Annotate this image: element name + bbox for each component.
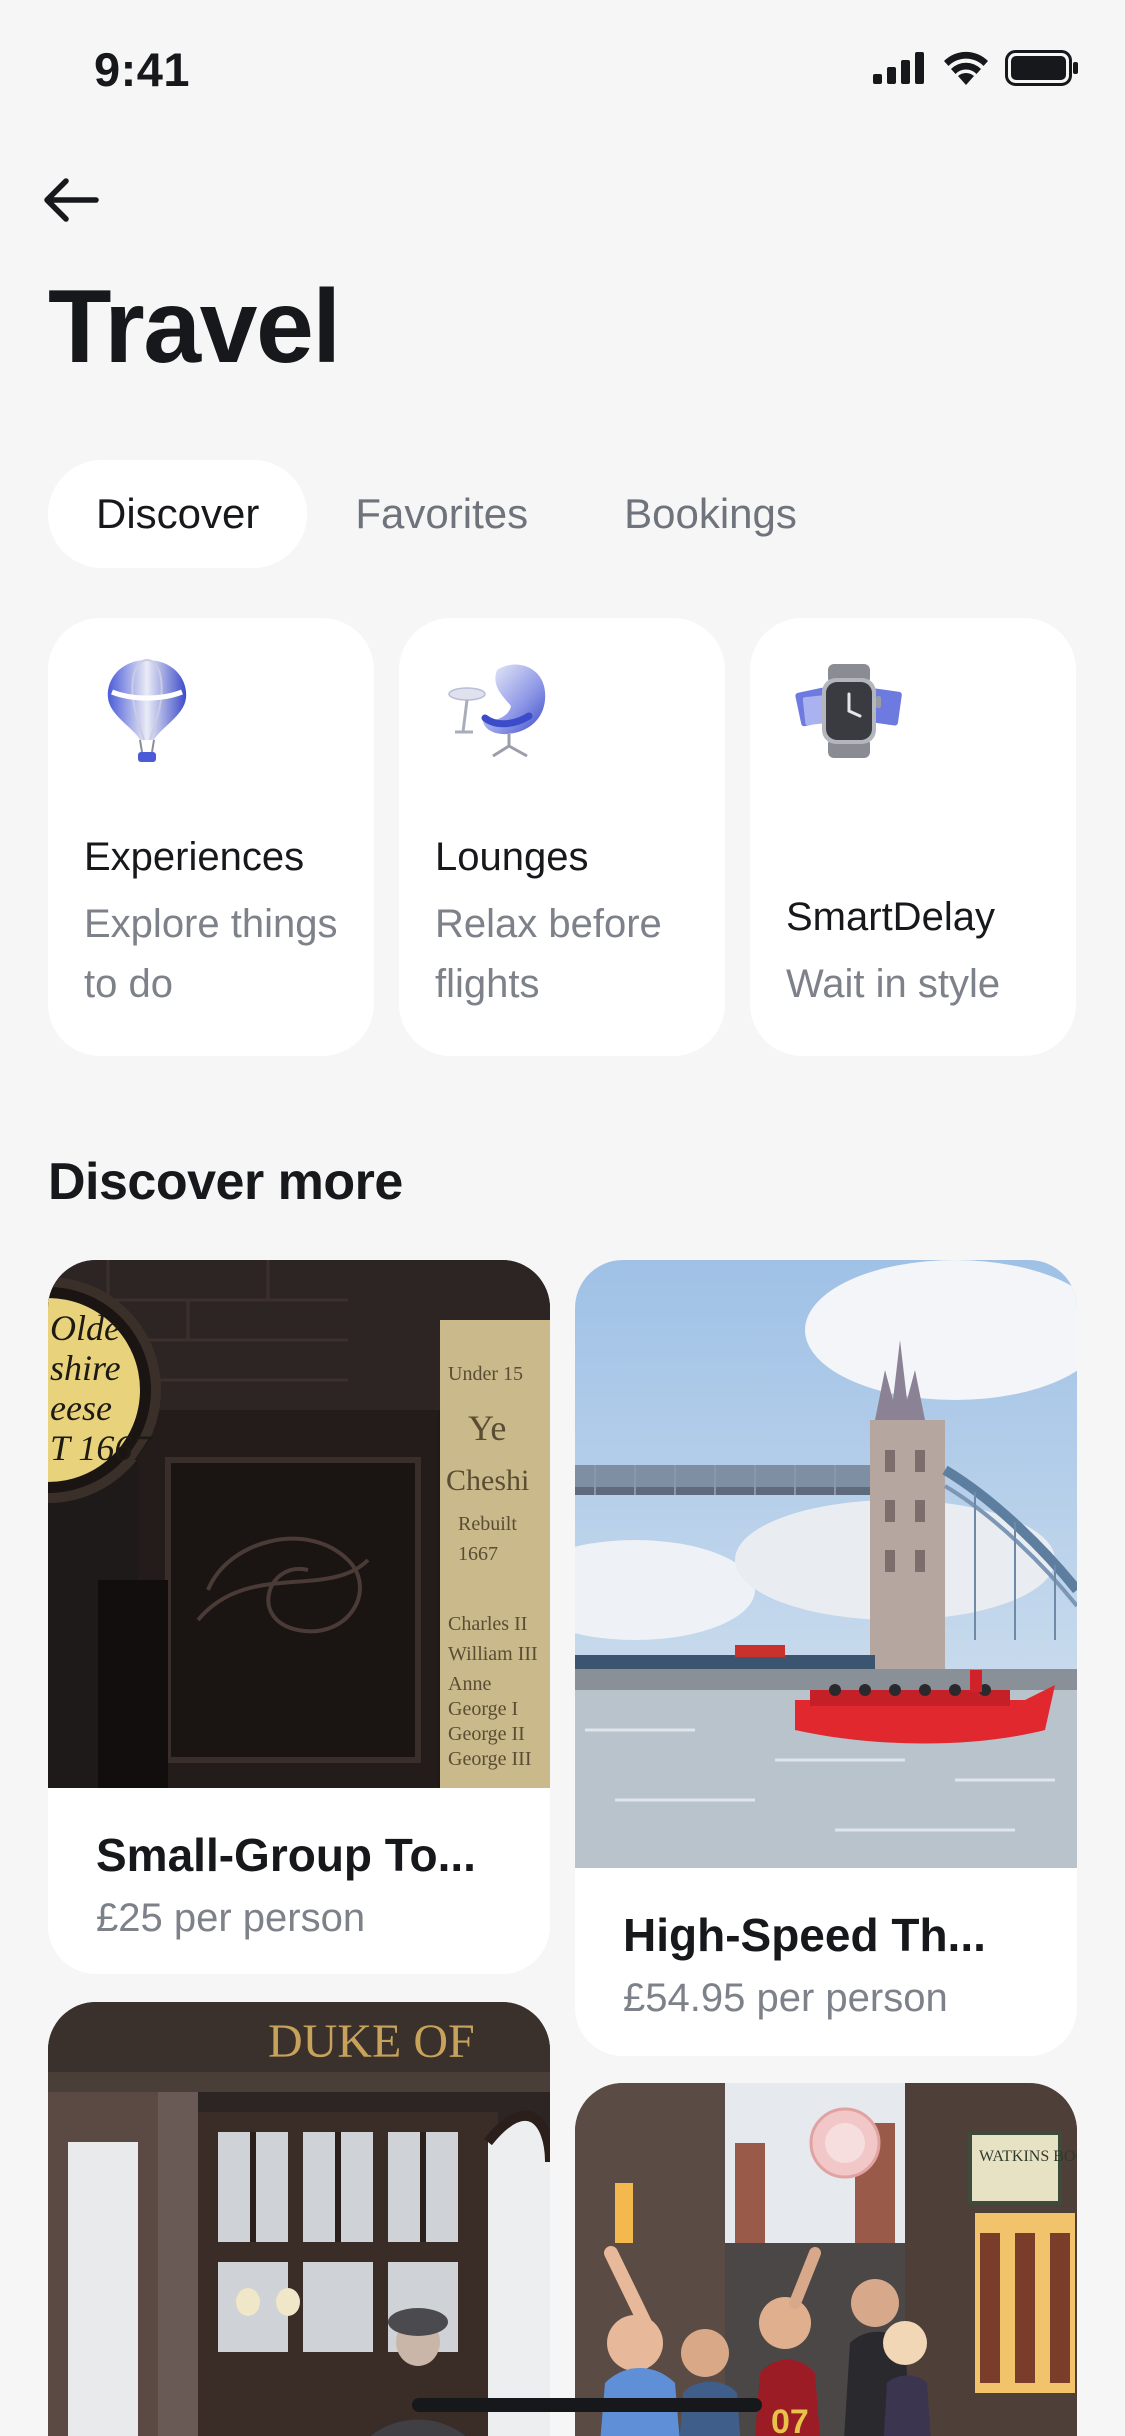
category-title: Lounges [435, 835, 589, 879]
pub-sign-text-line: shire [50, 1348, 121, 1388]
svg-text:George II: George II [448, 1723, 525, 1745]
pub-sign-text-line: Olde [50, 1308, 120, 1348]
product-card-small-group-tour[interactable]: Under 15 Ye Cheshi Rebuilt 1667 Charles … [48, 1260, 550, 1974]
category-card-text: Experiences Explore things to do [84, 835, 354, 1014]
section-title-discover-more: Discover more [48, 1153, 403, 1211]
svg-text:Charles II: Charles II [448, 1613, 527, 1635]
svg-text:Cheshi: Cheshi [446, 1464, 529, 1497]
status-bar: 9:41 [0, 0, 1125, 140]
category-card-lounges[interactable]: Lounges Relax before flights [399, 618, 725, 1056]
category-title: SmartDelay [786, 895, 995, 939]
svg-text:07: 07 [771, 2403, 809, 2436]
tab-discover[interactable]: Discover [48, 460, 308, 568]
lounge-chair-icon [448, 664, 546, 758]
svg-text:Anne: Anne [448, 1673, 491, 1695]
status-icons [873, 50, 1079, 86]
category-subtitle: Wait in style [786, 962, 1001, 1006]
duke-pub-photo: DUKE OF [48, 2002, 550, 2436]
category-card-text: SmartDelay Wait in style [786, 895, 1056, 1014]
tab-bar: Discover Favorites Bookings [48, 460, 845, 568]
product-name: Small-Group To... [96, 1829, 476, 1881]
product-card-high-speed-thames[interactable]: High-Speed Th... £54.95 per person [575, 1260, 1077, 2056]
bookshop-street-photo: WATKINS BOOKS 07 [575, 2083, 1077, 2436]
svg-text:George III: George III [448, 1748, 531, 1770]
category-card-experiences[interactable]: Experiences Explore things to do [48, 618, 374, 1056]
product-price: £54.95 per person [623, 1976, 948, 2020]
duke-sign-text: DUKE OF [268, 2015, 475, 2068]
tower-bridge-boat-photo [575, 1260, 1077, 1868]
arrow-left-icon [44, 178, 99, 222]
product-card-book-tour[interactable]: WATKINS BOOKS 07 [575, 2083, 1077, 2436]
hot-air-balloon-icon [107, 659, 187, 762]
svg-text:Under 15: Under 15 [448, 1363, 523, 1385]
product-info: Small-Group To... £25 per person [48, 1788, 550, 1941]
page-title: Travel [48, 269, 341, 385]
product-card-pub-walk[interactable]: DUKE OF [48, 2002, 550, 2436]
svg-text:Rebuilt: Rebuilt [458, 1513, 517, 1535]
wifi-icon [944, 51, 988, 85]
product-info: High-Speed Th... £54.95 per person [575, 1868, 1077, 2021]
svg-text:George I: George I [448, 1698, 518, 1720]
pub-sign-photo: Under 15 Ye Cheshi Rebuilt 1667 Charles … [48, 1260, 550, 1788]
back-button[interactable] [40, 160, 140, 240]
category-cards: Experiences Explore things to do Lounges… [48, 618, 1076, 1056]
tab-favorites[interactable]: Favorites [307, 460, 576, 568]
cellular-signal-icon [873, 52, 924, 84]
smartwatch-icon [795, 664, 902, 758]
pub-sign-text-line: T 1667 [50, 1428, 152, 1468]
tab-bookings[interactable]: Bookings [576, 460, 845, 568]
product-price: £25 per person [96, 1896, 366, 1940]
category-title: Experiences [84, 835, 305, 879]
bookshop-sign-text: WATKINS BOOKS [979, 2148, 1077, 2165]
travel-screen: 9:41 Travel Discover Favorites Bookings … [0, 0, 1125, 2436]
category-card-text: Lounges Relax before flights [435, 835, 705, 1014]
pub-sign-text-line: eese [50, 1388, 112, 1428]
product-name: High-Speed Th... [623, 1909, 986, 1961]
category-subtitle: Relax before flights [435, 902, 662, 1006]
svg-text:Ye: Ye [468, 1408, 506, 1448]
svg-text:William III: William III [448, 1643, 538, 1665]
svg-text:1667: 1667 [458, 1543, 498, 1565]
category-card-smartdelay[interactable]: SmartDelay Wait in style [750, 618, 1076, 1056]
status-time: 9:41 [94, 43, 191, 96]
battery-icon [1005, 50, 1078, 86]
home-indicator[interactable] [412, 2398, 762, 2412]
category-subtitle: Explore things to do [84, 902, 338, 1006]
